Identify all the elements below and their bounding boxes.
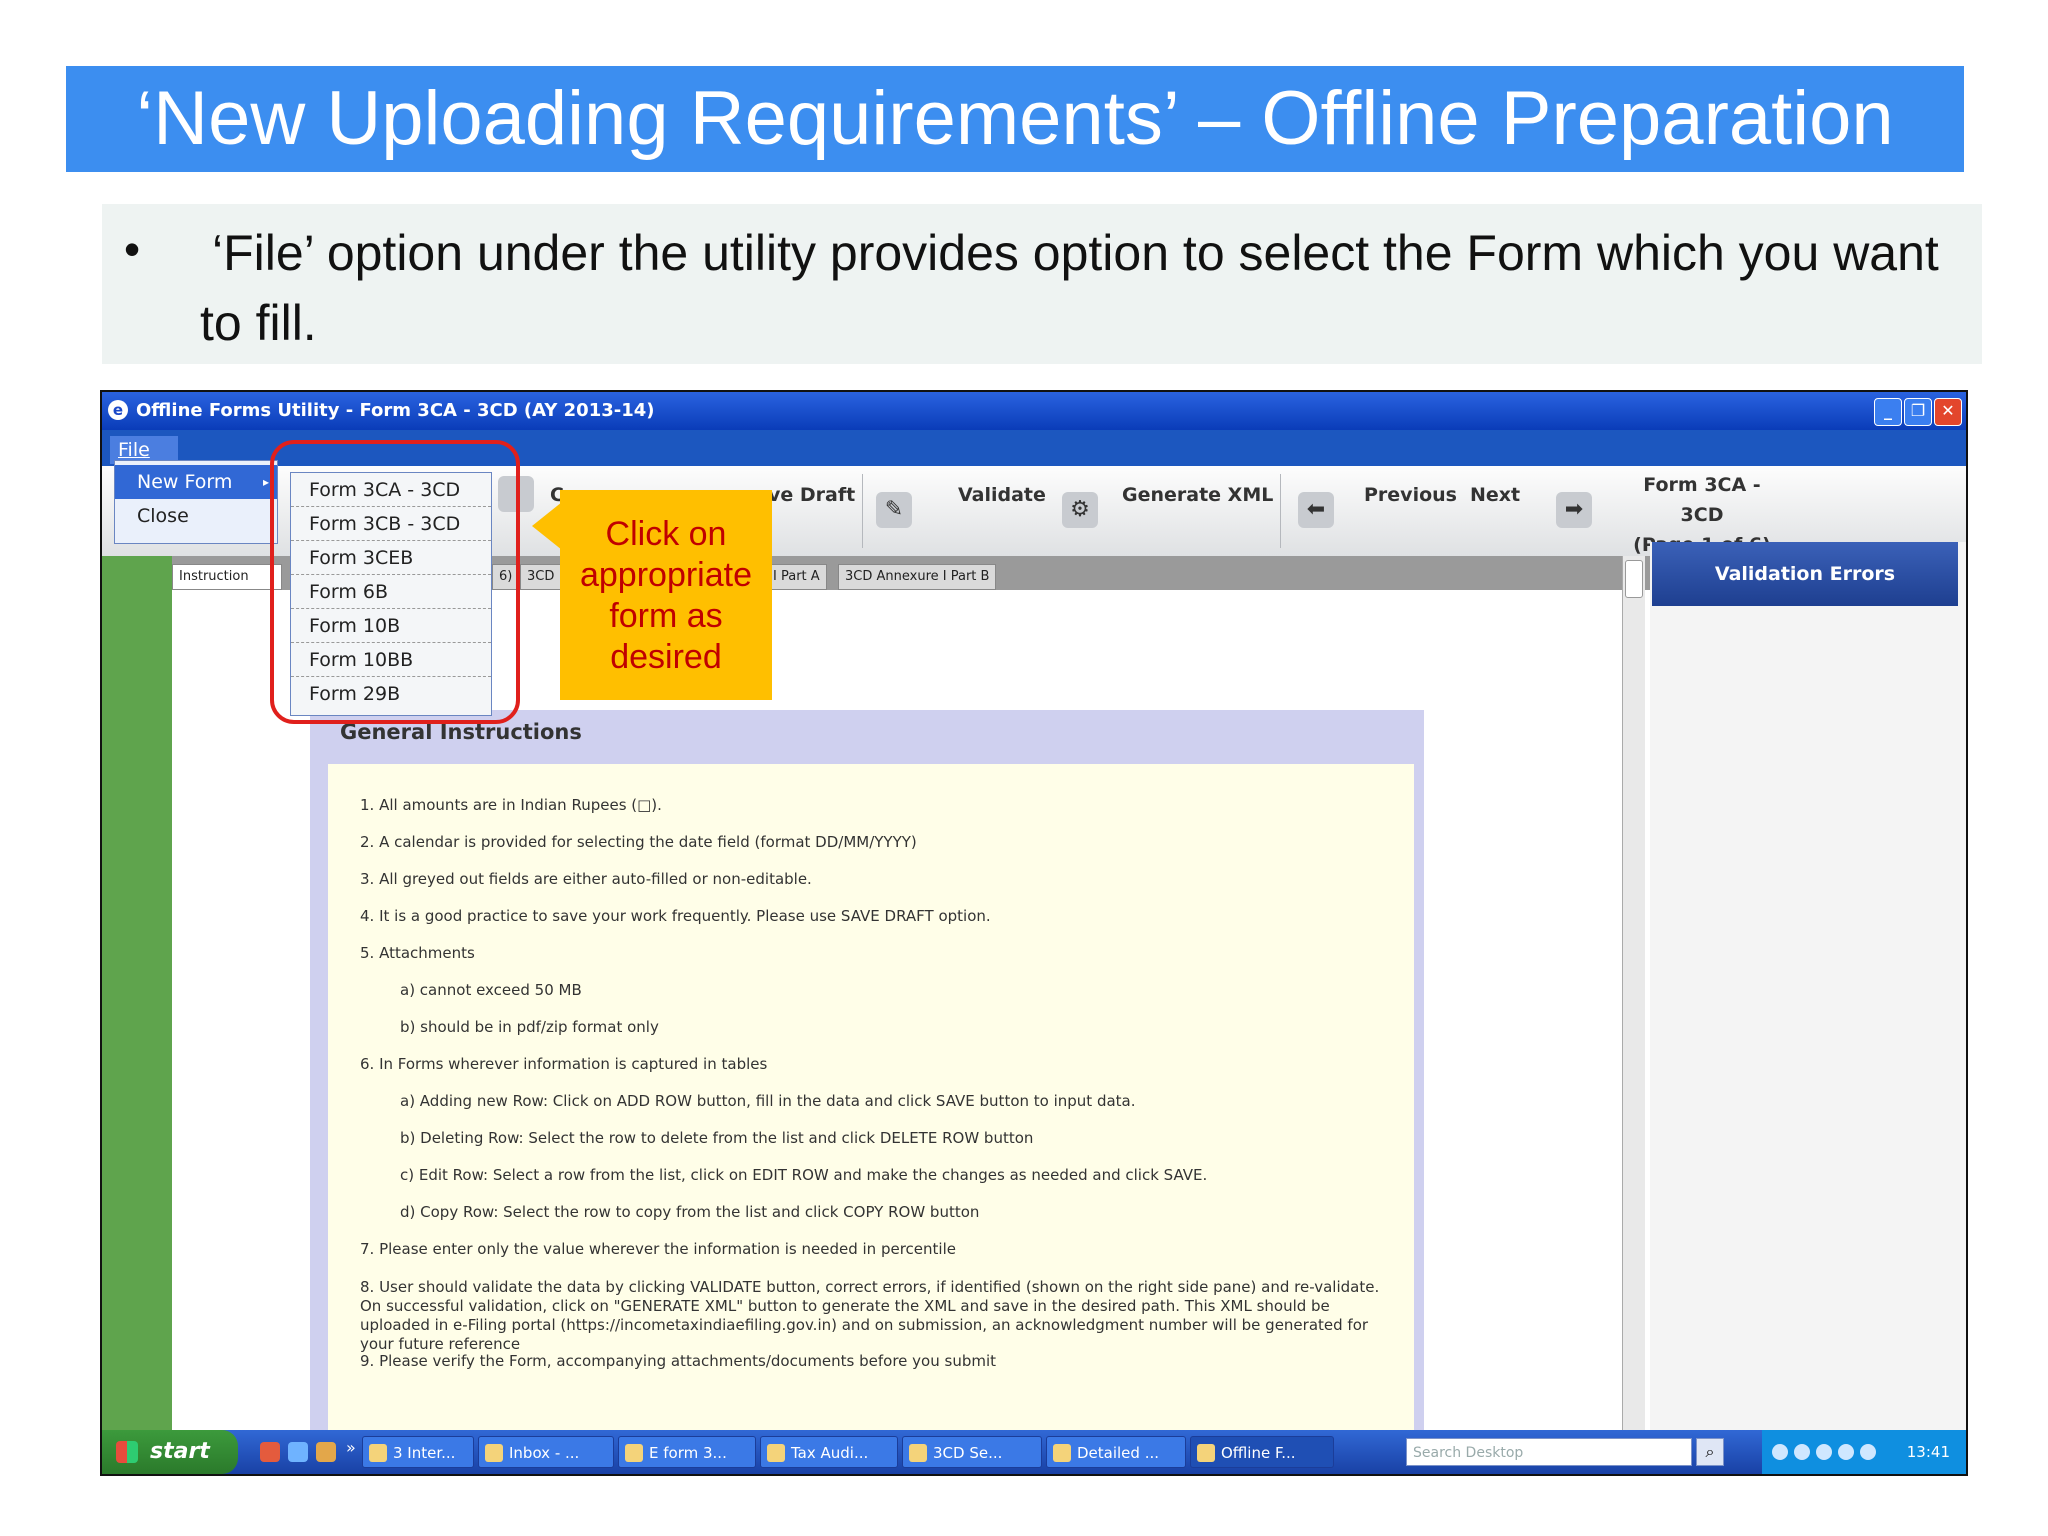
taskbar-item[interactable]: Offline F... — [1190, 1436, 1334, 1468]
clock: 13:41 — [1906, 1443, 1950, 1461]
tab-part-a[interactable]: I Part A — [766, 564, 827, 590]
save-draft-label[interactable]: ve Draft — [768, 484, 855, 506]
restore-button[interactable]: ❐ — [1904, 398, 1932, 426]
windows-taskbar: start » 3 Inter... Inbox - ... E form 3.… — [102, 1430, 1966, 1474]
window-titlebar: e Offline Forms Utility - Form 3CA - 3CD… — [102, 392, 1966, 430]
tab-annexure-part-b[interactable]: 3CD Annexure I Part B — [838, 564, 997, 590]
tray-icon[interactable] — [1794, 1444, 1810, 1460]
taskbar-item[interactable]: Detailed ... — [1046, 1436, 1186, 1468]
tray-icon[interactable] — [1816, 1444, 1832, 1460]
previous-button[interactable]: Previous — [1364, 484, 1457, 506]
windows-logo-icon — [116, 1441, 138, 1463]
taskbar-item[interactable]: 3CD Se... — [902, 1436, 1042, 1468]
taskbar-item[interactable]: Tax Audi... — [760, 1436, 898, 1468]
toolbar-separator — [1280, 474, 1281, 548]
system-tray: 13:41 — [1762, 1430, 1966, 1474]
quicklaunch-mail-icon[interactable] — [316, 1442, 336, 1462]
start-label: start — [150, 1439, 210, 1464]
slide-title: ‘New Uploading Requirements’ – Offline P… — [66, 66, 1964, 172]
highlight-outline — [270, 440, 520, 724]
window-title: Offline Forms Utility - Form 3CA - 3CD (… — [136, 400, 655, 421]
task-icon — [1053, 1444, 1071, 1462]
bullet-symbol: • — [124, 223, 141, 275]
generate-xml-button[interactable]: Generate XML — [1122, 484, 1273, 506]
content-scrollbar[interactable] — [1622, 556, 1645, 1444]
taskbar-item[interactable]: Inbox - ... — [478, 1436, 614, 1468]
quicklaunch-ie-icon[interactable] — [288, 1442, 308, 1462]
task-icon — [485, 1444, 503, 1462]
submenu-arrow-icon: ▸ — [262, 475, 269, 489]
instruction-item: 6. In Forms wherever information is capt… — [360, 1055, 768, 1073]
tray-icon[interactable] — [1838, 1444, 1854, 1460]
desktop-search-input[interactable]: Search Desktop — [1406, 1438, 1692, 1466]
general-instructions-panel: General Instructions 1. All amounts are … — [310, 710, 1424, 1444]
instruction-item: 7. Please enter only the value wherever … — [360, 1240, 956, 1258]
task-icon — [909, 1444, 927, 1462]
validation-errors-header: Validation Errors — [1652, 542, 1958, 606]
instruction-item: 5. Attachments — [360, 944, 475, 962]
callout-pointer — [532, 502, 562, 550]
instruction-item: a) Adding new Row: Click on ADD ROW butt… — [400, 1092, 1136, 1110]
bullet-text: ‘File’ option under the utility provides… — [200, 225, 1939, 351]
taskbar-item[interactable]: 3 Inter... — [362, 1436, 474, 1468]
instruction-item: a) cannot exceed 50 MB — [400, 981, 582, 999]
task-icon — [625, 1444, 643, 1462]
task-icon — [767, 1444, 785, 1462]
callout-note: Click on appropriate form as desired — [560, 490, 772, 700]
file-menu-dropdown: New Form ▸ Close — [114, 460, 278, 544]
tab-partial-3cd[interactable]: 3CD — [520, 564, 562, 590]
instruction-item: b) Deleting Row: Select the row to delet… — [400, 1129, 1034, 1147]
task-icon — [1197, 1444, 1215, 1462]
instruction-item: 9. Please verify the Form, accompanying … — [360, 1352, 997, 1370]
validate-button[interactable]: Validate — [958, 484, 1046, 506]
generate-xml-gear-icon[interactable]: ⚙ — [1062, 492, 1098, 528]
tray-icon[interactable] — [1860, 1444, 1876, 1460]
instructions-list: 1. All amounts are in Indian Rupees (□).… — [328, 764, 1414, 1444]
minimize-button[interactable]: _ — [1874, 398, 1902, 426]
menu-item-close[interactable]: Close — [115, 499, 277, 533]
quicklaunch-browser-icon[interactable] — [260, 1442, 280, 1462]
validation-pane: Validation Errors — [1650, 542, 1966, 1444]
validate-icon[interactable]: ✎ — [876, 492, 912, 528]
form-name: Form 3CA - 3CD — [1643, 474, 1761, 526]
app-icon: e — [108, 400, 128, 420]
previous-arrow-icon[interactable]: ⬅ — [1298, 492, 1334, 528]
close-window-button[interactable]: ✕ — [1934, 398, 1962, 426]
next-arrow-icon[interactable]: ➡ — [1556, 492, 1592, 528]
instruction-item: b) should be in pdf/zip format only — [400, 1018, 659, 1036]
instruction-item: c) Edit Row: Select a row from the list,… — [400, 1166, 1208, 1184]
quicklaunch-overflow[interactable]: » — [346, 1438, 356, 1457]
scrollbar-thumb[interactable] — [1625, 560, 1643, 598]
toolbar-separator — [862, 474, 863, 548]
taskbar-item[interactable]: E form 3... — [618, 1436, 756, 1468]
tab-instructions[interactable]: Instruction — [172, 564, 282, 590]
instruction-item: 1. All amounts are in Indian Rupees (□). — [360, 796, 662, 814]
menu-item-new-form[interactable]: New Form ▸ — [115, 465, 277, 499]
instruction-item: 3. All greyed out fields are either auto… — [360, 870, 812, 888]
tray-icon[interactable] — [1772, 1444, 1788, 1460]
instruction-item: 2. A calendar is provided for selecting … — [360, 833, 917, 851]
instruction-item: 8. User should validate the data by clic… — [360, 1278, 1380, 1353]
start-button[interactable]: start — [102, 1430, 238, 1474]
search-icon[interactable]: ⌕ — [1696, 1438, 1724, 1466]
next-button[interactable]: Next — [1470, 484, 1520, 506]
instruction-item: d) Copy Row: Select the row to copy from… — [400, 1203, 980, 1221]
instruction-item: 4. It is a good practice to save your wo… — [360, 907, 991, 925]
task-icon — [369, 1444, 387, 1462]
